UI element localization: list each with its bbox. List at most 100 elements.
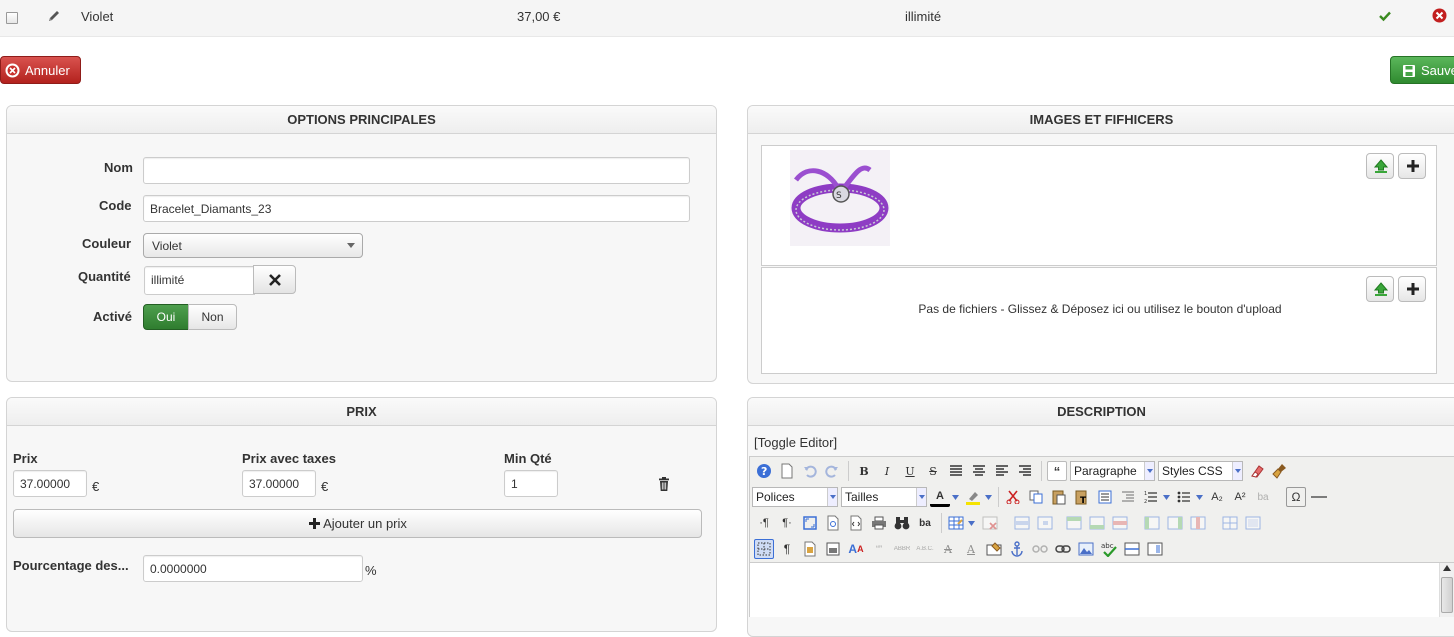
- align-center-icon[interactable]: [969, 461, 989, 481]
- subscript-icon[interactable]: A₂: [1207, 487, 1227, 507]
- find-binoculars-icon[interactable]: [892, 513, 912, 533]
- acronym-icon[interactable]: A.B.C.: [915, 539, 935, 559]
- chevron-down-icon[interactable]: [966, 513, 976, 533]
- anchor-icon[interactable]: [1007, 539, 1027, 559]
- bold-icon[interactable]: B: [854, 461, 874, 481]
- chevron-down-icon[interactable]: [983, 487, 993, 507]
- row-after-icon[interactable]: [1087, 513, 1107, 533]
- trash-icon[interactable]: [658, 477, 670, 491]
- font-size-select[interactable]: Tailles: [841, 487, 927, 507]
- edit-pencil-icon[interactable]: [46, 8, 62, 24]
- upload-file-button[interactable]: [1366, 276, 1394, 302]
- highlight-color-icon[interactable]: [963, 487, 983, 507]
- chevron-down-icon[interactable]: [950, 487, 960, 507]
- scroll-up-icon[interactable]: [1443, 565, 1451, 571]
- clear-quantity-button[interactable]: [253, 265, 296, 294]
- table-row-props-icon[interactable]: [1012, 513, 1032, 533]
- table-cell-props-icon[interactable]: [1035, 513, 1055, 533]
- read-more-icon[interactable]: [1145, 539, 1165, 559]
- superscript-icon[interactable]: A²: [1230, 487, 1250, 507]
- price-input[interactable]: 37.00000: [13, 470, 87, 497]
- cleanup-broom-icon[interactable]: [1270, 461, 1290, 481]
- paste-word-icon[interactable]: [1095, 487, 1115, 507]
- cite-icon[interactable]: “”: [869, 539, 889, 559]
- font-family-select[interactable]: Polices: [752, 487, 838, 507]
- eraser-icon[interactable]: [1247, 461, 1267, 481]
- upload-image-button[interactable]: [1366, 153, 1394, 179]
- ins-icon[interactable]: A: [961, 539, 981, 559]
- cancel-button[interactable]: Annuler: [0, 56, 81, 84]
- delete-row-icon[interactable]: [1110, 513, 1130, 533]
- editor-scrollbar[interactable]: [1439, 563, 1454, 617]
- delete-col-icon[interactable]: [1188, 513, 1208, 533]
- discount-percent-input[interactable]: 0.0000000: [143, 555, 363, 582]
- images-dropzone[interactable]: S: [761, 145, 1437, 266]
- delete-table-icon[interactable]: [980, 513, 1000, 533]
- text-style-icon[interactable]: ba: [1253, 487, 1273, 507]
- row-checkbox[interactable]: [6, 12, 18, 24]
- files-dropzone[interactable]: Pas de fichiers - Glissez & Déposez ici …: [761, 267, 1437, 374]
- color-select[interactable]: Violet: [143, 233, 363, 258]
- min-qty-input[interactable]: 1: [504, 470, 558, 497]
- special-character-icon[interactable]: Ω: [1286, 487, 1306, 507]
- insert-table-icon[interactable]: [946, 513, 966, 533]
- cut-icon[interactable]: [1003, 487, 1023, 507]
- visual-aid-icon[interactable]: [754, 539, 774, 559]
- col-before-icon[interactable]: [1142, 513, 1162, 533]
- code-input[interactable]: Bracelet_Diamants_23: [143, 195, 690, 222]
- copy-icon[interactable]: [1026, 487, 1046, 507]
- bullet-list-icon[interactable]: [1174, 487, 1194, 507]
- add-image-button[interactable]: [1398, 153, 1426, 179]
- show-blocks-icon[interactable]: ¶: [777, 539, 797, 559]
- link-icon[interactable]: [1053, 539, 1073, 559]
- help-icon[interactable]: ?: [754, 461, 774, 481]
- align-justify-icon[interactable]: [946, 461, 966, 481]
- preview-icon[interactable]: [823, 513, 843, 533]
- scroll-thumb[interactable]: [1441, 577, 1453, 613]
- abbr-icon[interactable]: ABBR: [892, 539, 912, 559]
- print-icon[interactable]: [869, 513, 889, 533]
- indent-icon[interactable]: [1118, 487, 1138, 507]
- active-no-button[interactable]: Non: [188, 304, 237, 330]
- chevron-down-icon[interactable]: [1161, 487, 1171, 507]
- chevron-down-icon[interactable]: [1194, 487, 1204, 507]
- underline-icon[interactable]: U: [900, 461, 920, 481]
- source-code-icon[interactable]: [846, 513, 866, 533]
- spellcheck-icon[interactable]: abc: [1099, 539, 1119, 559]
- insert-image-icon[interactable]: [1076, 539, 1096, 559]
- ltr-icon[interactable]: ·¶: [754, 513, 774, 533]
- redo-icon[interactable]: [822, 461, 842, 481]
- published-check-icon[interactable]: [1378, 9, 1392, 23]
- numbered-list-icon[interactable]: 12: [1141, 487, 1161, 507]
- layer-icon[interactable]: [823, 539, 843, 559]
- delete-row-icon[interactable]: [1432, 8, 1447, 23]
- name-input[interactable]: [143, 157, 690, 184]
- paste-text-icon[interactable]: T: [1072, 487, 1092, 507]
- strikethrough-icon[interactable]: S: [923, 461, 943, 481]
- split-cells-icon[interactable]: [1220, 513, 1240, 533]
- del-icon[interactable]: A: [938, 539, 958, 559]
- active-yes-button[interactable]: Oui: [143, 304, 189, 330]
- align-right-icon[interactable]: [1015, 461, 1035, 481]
- spellcheck-style-icon[interactable]: AA: [846, 539, 866, 559]
- quantity-input[interactable]: illimité: [144, 266, 255, 295]
- fullscreen-icon[interactable]: [800, 513, 820, 533]
- italic-icon[interactable]: I: [877, 461, 897, 481]
- page-break-icon[interactable]: [1122, 539, 1142, 559]
- attributes-icon[interactable]: [984, 539, 1004, 559]
- styles-select[interactable]: Styles CSS: [1158, 461, 1243, 481]
- col-after-icon[interactable]: [1165, 513, 1185, 533]
- price-tax-input[interactable]: 37.00000: [242, 470, 316, 497]
- add-file-button[interactable]: [1398, 276, 1426, 302]
- text-color-icon[interactable]: A: [930, 487, 950, 507]
- paste-icon[interactable]: [1049, 487, 1069, 507]
- blockquote-icon[interactable]: “: [1047, 461, 1067, 481]
- new-document-icon[interactable]: [777, 461, 797, 481]
- row-before-icon[interactable]: [1064, 513, 1084, 533]
- replace-icon[interactable]: ba: [915, 513, 935, 533]
- undo-icon[interactable]: [800, 461, 820, 481]
- template-icon[interactable]: [800, 539, 820, 559]
- align-left-icon[interactable]: [992, 461, 1012, 481]
- merge-cells-icon[interactable]: [1243, 513, 1263, 533]
- description-editor-area[interactable]: [749, 562, 1454, 617]
